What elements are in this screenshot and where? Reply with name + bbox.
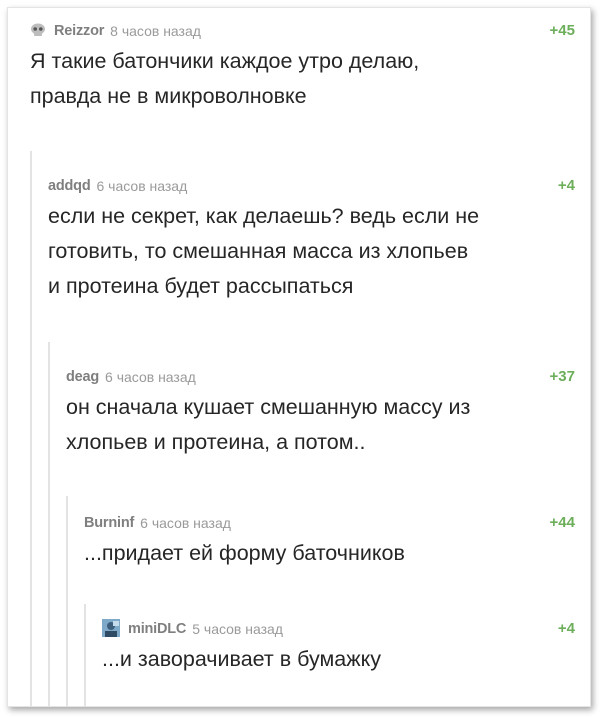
comment-text-line: ...и заворачивает в бумажку [102,647,381,671]
comment-author[interactable]: deag [66,369,99,385]
comment-time: 6 часов назад [105,369,196,385]
comment-time: 6 часов назад [96,178,188,194]
comment-text-line: хлопьев и протеина, а потом.. [66,430,366,454]
comment-text-line: правда не в микроволновке [30,84,307,108]
comment-author[interactable]: Reizzor [54,23,104,39]
comment-header: addqd 6 часов назад +4 [48,175,575,197]
comment-author[interactable]: addqd [48,178,91,194]
comment-text-line: и протеина будет рассыпаться [48,274,354,298]
skull-avatar-icon[interactable] [30,23,46,40]
comment-score: +4 [557,177,575,194]
comment-score: +37 [549,368,575,385]
comment-author[interactable]: Burninf [84,515,134,531]
comment-author[interactable]: miniDLC [128,621,186,637]
comment-header: Reizzor 8 часов назад +45 [30,20,575,42]
comment-header: miniDLC 5 часов назад +4 [102,618,575,640]
comment-text: Я такие батончики каждое утро делаю, пра… [30,44,575,114]
comment-text-line: Я такие батончики каждое утро делаю, [30,49,420,73]
comment-text-line: готовить, то смешанная масса из хлопьев [48,239,469,263]
comment-thread: Reizzor 8 часов назад +45 Я такие батонч… [7,7,591,707]
comment-header: deag 6 часов назад +37 [66,366,575,388]
comment-score: +4 [557,620,575,637]
comment: Reizzor 8 часов назад +45 Я такие батонч… [30,20,575,114]
user-avatar-icon[interactable] [102,618,120,640]
comment-score: +44 [549,514,575,531]
comment-score: +45 [549,22,575,39]
comment-time: 5 часов назад [192,621,283,637]
comment-time: 6 часов назад [140,515,231,531]
comment-text: если не секрет, как делаешь? ведь если н… [48,199,575,304]
comment-reply: miniDLC 5 часов назад +4 ...и заворачива… [84,604,575,706]
comment-text: ...придает ей форму баточников [84,536,575,571]
comment-text: ...и заворачивает в бумажку [102,642,575,677]
comment-text: он сначала кушает смешанную массу из хло… [66,390,575,460]
comment-text-line: если не секрет, как делаешь? ведь если н… [48,204,480,228]
comment-text-line: ...придает ей форму баточников [84,541,405,565]
comment-header: Burninf 6 часов назад +44 [84,512,575,534]
comment-time: 8 часов назад [110,23,201,39]
comment-text-line: он сначала кушает смешанную массу из [66,395,471,419]
